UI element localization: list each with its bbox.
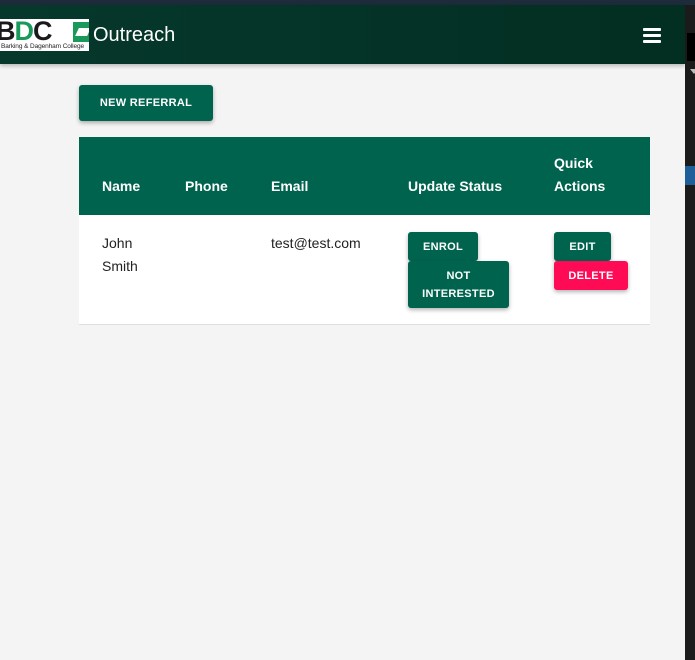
caret-down-icon[interactable]	[690, 69, 695, 74]
table-header: Name Phone Email Update Status Quick Act…	[79, 137, 650, 215]
college-logo[interactable]: BDC Barking & Dagenham College	[0, 19, 89, 51]
app-title: Outreach	[93, 24, 176, 46]
enrol-button[interactable]: ENROL	[408, 232, 478, 261]
cell-name: John Smith	[102, 235, 138, 274]
column-header-name: Name	[102, 178, 141, 194]
logo-flag-icon	[73, 22, 89, 42]
side-panel-edge	[685, 5, 695, 660]
delete-button[interactable]: DELETE	[554, 261, 628, 290]
new-referral-button[interactable]: NEW REFERRAL	[79, 85, 213, 121]
column-header-quick-actions: Quick Actions	[554, 155, 606, 194]
logo-letters: BDC	[0, 19, 52, 46]
column-header-update-status: Update Status	[408, 178, 503, 194]
scroll-indicator[interactable]	[685, 166, 695, 185]
column-header-email: Email	[271, 178, 309, 194]
cell-email: test@test.com	[271, 235, 361, 251]
not-interested-button[interactable]: NOT INTERESTED	[408, 261, 509, 308]
edit-button[interactable]: EDIT	[554, 232, 611, 261]
referrals-table: Name Phone Email Update Status Quick Act…	[79, 137, 650, 325]
hamburger-menu-icon[interactable]	[643, 28, 661, 43]
column-header-phone: Phone	[185, 178, 228, 194]
top-navbar: BDC Barking & Dagenham College Outreach	[0, 5, 685, 64]
logo-subtitle: Barking & Dagenham College	[1, 43, 85, 50]
